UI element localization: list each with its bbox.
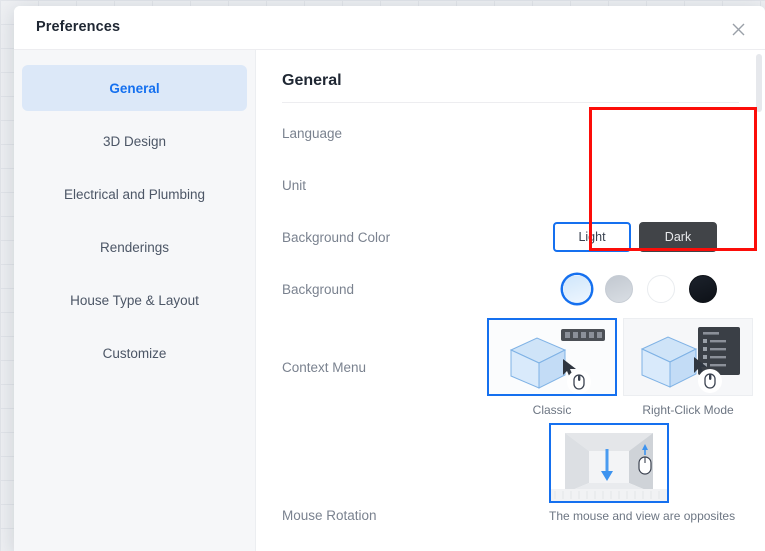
sidebar-item-label: Electrical and Plumbing [63, 186, 206, 202]
preference-label-mouse-rotation: Mouse Rotation [282, 508, 377, 523]
page-title: General [282, 72, 342, 89]
preference-label-background-color: Background Color [282, 229, 391, 245]
sidebar-item-customize[interactable]: Customize [22, 330, 247, 376]
background-color-toggle-group: Light Dark [553, 222, 717, 252]
preference-row-background: Background [282, 263, 739, 315]
context-menu-right-click-caption: Right-Click Mode [642, 402, 734, 417]
preference-row-context-menu: Context Menu Classic Right-Click Mode [282, 315, 753, 419]
mouse-rotation-option-opposites[interactable]: The mouse and view are opposites [549, 423, 736, 523]
room-with-down-arrow-icon [551, 425, 667, 501]
background-swatch-blue[interactable] [563, 275, 591, 303]
preference-control-background [487, 275, 739, 303]
sidebar-item-house-type-and-layout[interactable]: House Type & Layout [22, 277, 247, 323]
sidebar-item-label: 3D Design [102, 133, 167, 149]
mouse-rotation-caption: The mouse and view are opposites [549, 509, 736, 523]
content-scrollbar[interactable] [756, 54, 762, 551]
scrollbar-thumb[interactable] [756, 54, 762, 112]
preference-label-language: Language [282, 125, 343, 141]
close-icon[interactable] [725, 16, 751, 42]
context-menu-option-classic[interactable]: Classic [487, 317, 617, 417]
title-divider [282, 102, 739, 103]
mouse-rotation-thumbnail [549, 423, 669, 503]
preference-label-background: Background [282, 281, 355, 297]
sidebar-item-general[interactable]: General [22, 65, 247, 111]
sidebar-item-label: Customize [102, 345, 167, 361]
preference-control-context-menu: Classic Right-Click Mode [487, 317, 765, 417]
context-menu-option-group: Classic Right-Click Mode [487, 317, 753, 417]
dialog-body: General 3D Design Electrical and Plumbin… [14, 50, 765, 551]
background-color-dark-button[interactable]: Dark [639, 222, 717, 252]
preference-label-context-menu: Context Menu [282, 359, 367, 375]
sidebar-item-3d-design[interactable]: 3D Design [22, 118, 247, 164]
settings-content-scroll-area: General Language Unit Background Color L… [256, 50, 765, 551]
mouse-rotation-option-group: The mouse and view are opposites [549, 423, 736, 523]
background-swatch-group [563, 275, 717, 303]
sidebar-item-label: House Type & Layout [70, 292, 199, 308]
dialog-titlebar: Preferences [14, 6, 765, 50]
background-swatch-gray[interactable] [605, 275, 633, 303]
sidebar-item-label: General [109, 80, 160, 96]
preference-control-background-color: Light Dark [487, 222, 739, 252]
background-swatch-dark[interactable] [689, 275, 717, 303]
sidebar-item-electrical-and-plumbing[interactable]: Electrical and Plumbing [22, 171, 247, 217]
background-swatch-white[interactable] [647, 275, 675, 303]
preferences-dialog: Preferences General 3D Design Electrical… [14, 6, 765, 551]
dialog-title: Preferences [36, 19, 121, 35]
settings-sidebar: General 3D Design Electrical and Plumbin… [14, 50, 256, 551]
background-color-light-button[interactable]: Light [553, 222, 631, 252]
cube-with-toolbar-icon [509, 328, 605, 394]
cube-with-context-menu-icon [640, 326, 740, 393]
preference-row-mouse-rotation: Mouse Rotation The mouse and view are op… [282, 419, 739, 523]
preference-row-unit: Unit [282, 159, 739, 211]
settings-content-panel: General Language Unit Background Color L… [256, 50, 765, 551]
context-menu-right-click-thumbnail [623, 317, 753, 396]
context-menu-classic-thumbnail [487, 317, 617, 396]
sidebar-item-label: Renderings [99, 239, 170, 255]
sidebar-item-renderings[interactable]: Renderings [22, 224, 247, 270]
context-menu-option-right-click-mode[interactable]: Right-Click Mode [623, 317, 753, 417]
preference-label-unit: Unit [282, 177, 307, 193]
preference-row-language: Language [282, 107, 739, 159]
preference-control-mouse-rotation: The mouse and view are opposites [487, 423, 739, 523]
preference-row-background-color: Background Color Light Dark [282, 211, 739, 263]
context-menu-classic-caption: Classic [532, 402, 572, 417]
